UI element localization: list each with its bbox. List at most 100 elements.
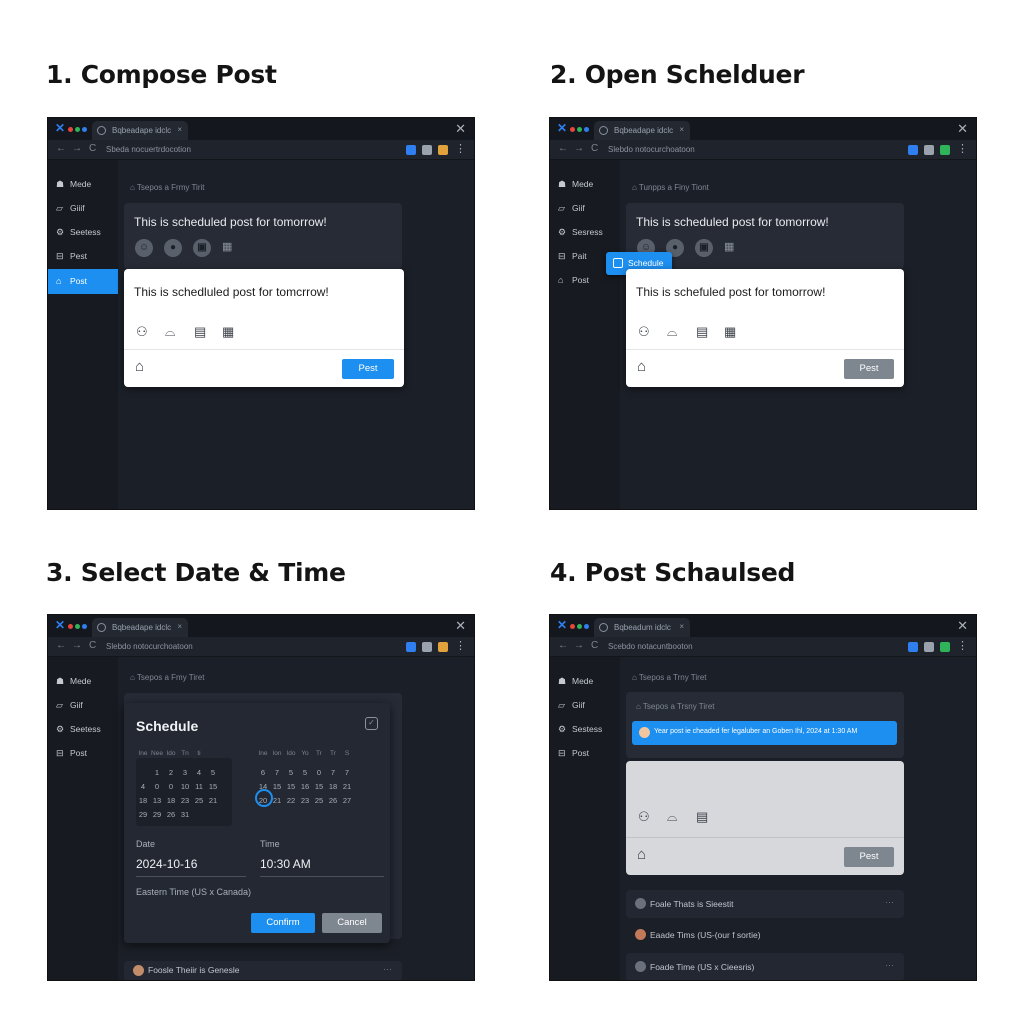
calendar-day[interactable]: 18 [326,782,340,791]
back-icon[interactable]: ← [56,143,66,154]
post-button-disabled[interactable]: Pest [844,359,894,379]
calendar-icon[interactable]: ▦ [724,324,736,340]
time-field[interactable]: 10:30 AM [260,857,311,871]
more-icon[interactable]: ··· [885,960,894,970]
calendar-day[interactable]: 26 [326,796,340,805]
forward-icon[interactable]: → [574,640,584,651]
extension-grid-icon[interactable] [406,642,416,652]
list-item[interactable]: Eaade Tims (US-(our f sortie) [626,921,904,949]
calendar-day[interactable]: 0 [164,782,178,791]
url-field[interactable]: Slebdo notocurchoatoon [608,145,695,154]
more-icon[interactable]: ··· [885,897,894,907]
list-item[interactable]: Foale Thats is Sieestit ··· [626,890,904,918]
sidebar-item-gif[interactable]: ▱ Giiif [48,196,118,221]
reload-icon[interactable]: C [591,143,598,154]
back-icon[interactable]: ← [558,143,568,154]
calendar-icon[interactable]: ▦ [222,240,232,253]
calendar-day[interactable]: 2 [164,768,178,777]
store-icon[interactable]: ⌓ [667,324,677,340]
url-field[interactable]: Slebdo notocurchoatoon [106,642,193,651]
calendar-day[interactable]: 10 [178,782,192,791]
window-dot-blue[interactable] [584,624,589,629]
tab-close-icon[interactable]: × [679,125,684,134]
calendar-day[interactable]: 4 [192,768,206,777]
calendar-day[interactable]: 5 [298,768,312,777]
calendar-left[interactable]: Ine Nee Ido Tn ti 1 2 3 4 5 4 0 0 10 11 15 18 13 18 23 25 21 2… [136,748,220,824]
sidebar-item-settings[interactable]: ⚙ Sestess [550,717,620,742]
sidebar-item-gif[interactable]: ▱ Giif [48,693,118,718]
list-item[interactable]: Foade Time (US x Cieesris) ··· [626,953,904,980]
window-dot-red[interactable] [68,624,73,629]
extension-shield-icon[interactable] [924,642,934,652]
timezone-select[interactable]: Eastern Time (US x Canada) [136,887,251,897]
calendar-day[interactable]: 15 [270,782,284,791]
calendar-day[interactable]: 4 [136,782,150,791]
sidebar-item-gif[interactable]: ▱ Giif [550,693,620,718]
window-close-icon[interactable]: ✕ [455,618,466,634]
browser-tab[interactable]: Bqbeadape idclc × [594,121,690,140]
window-dot-red[interactable] [68,127,73,132]
calendar-day[interactable]: 11 [192,782,206,791]
list-item[interactable]: Foosle Theiir is Genesle ··· [124,961,402,980]
extension-grid-icon[interactable] [908,145,918,155]
media-icon[interactable]: ▣ [695,239,713,257]
extension-shield-icon[interactable] [422,145,432,155]
window-dot-green[interactable] [75,127,80,132]
window-dot-blue[interactable] [584,127,589,132]
calendar-day[interactable]: 23 [178,796,192,805]
calendar-day[interactable]: 5 [284,768,298,777]
post-button[interactable]: Pest [342,359,394,379]
gif-icon[interactable]: ▤ [696,324,708,340]
window-close-icon[interactable]: ✕ [957,121,968,137]
calendar-day[interactable]: 7 [270,768,284,777]
location-icon[interactable]: ● [164,239,182,257]
calendar-day[interactable]: 0 [312,768,326,777]
window-dot-green[interactable] [577,624,582,629]
sidebar-item-pest[interactable]: ⊟ Pest [48,244,118,269]
calendar-day[interactable]: 16 [298,782,312,791]
calendar-day[interactable]: 21 [340,782,354,791]
window-dot-green[interactable] [577,127,582,132]
calendar-day[interactable]: 29 [150,810,164,819]
menu-kebab-icon[interactable]: ⋮ [957,639,968,652]
composer-text[interactable]: This is schefuled post for tomorrow! [636,285,825,299]
calendar-day[interactable]: 7 [340,768,354,777]
window-dot-red[interactable] [570,127,575,132]
composer-text[interactable]: This is schedluled post for tomcrrow! [134,285,329,299]
media-icon[interactable]: ▣ [193,239,211,257]
calendar-day[interactable]: 22 [284,796,298,805]
window-dot-blue[interactable] [82,624,87,629]
tab-close-icon[interactable]: × [679,622,684,631]
sidebar-item-gif[interactable]: ▱ Giif [550,196,620,221]
browser-tab[interactable]: Bqbeadape idclc × [92,618,188,637]
sidebar-item-home[interactable]: ☗ Mede [48,669,118,694]
calendar-day[interactable]: 31 [178,810,192,819]
window-dot-red[interactable] [570,624,575,629]
tab-close-icon[interactable]: × [177,125,182,134]
calendar-day[interactable]: 25 [192,796,206,805]
window-close-icon[interactable]: ✕ [957,618,968,634]
sidebar-item-home[interactable]: ☗ Mede [48,172,118,197]
window-dot-blue[interactable] [82,127,87,132]
calendar-day[interactable]: 6 [256,768,270,777]
date-field[interactable]: 2024-10-16 [136,857,197,871]
calendar-day[interactable]: 1 [150,768,164,777]
calendar-day[interactable]: 29 [136,810,150,819]
sidebar-item-settings[interactable]: ⚙ Sesress [550,220,620,245]
tab-close-icon[interactable]: × [177,622,182,631]
calendar-day[interactable]: 5 [206,768,220,777]
calendar-day[interactable]: 3 [178,768,192,777]
browser-tab[interactable]: Bqbeadape idclc × [92,121,188,140]
sidebar-item-post[interactable]: ⌂ Post [48,269,118,294]
confirm-button[interactable]: Confirm [251,913,315,933]
back-icon[interactable]: ← [56,640,66,651]
forward-icon[interactable]: → [574,143,584,154]
people-icon[interactable]: ⚇ [136,324,148,340]
gif-icon[interactable]: ▤ [696,809,708,825]
calendar-day[interactable]: 18 [136,796,150,805]
calendar-day[interactable]: 18 [164,796,178,805]
sidebar-item-settings[interactable]: ⚙ Seetess [48,717,118,742]
home-outline-icon[interactable]: ⌂ [135,358,144,375]
calendar-day[interactable]: 21 [206,796,220,805]
calendar-day[interactable]: 23 [298,796,312,805]
